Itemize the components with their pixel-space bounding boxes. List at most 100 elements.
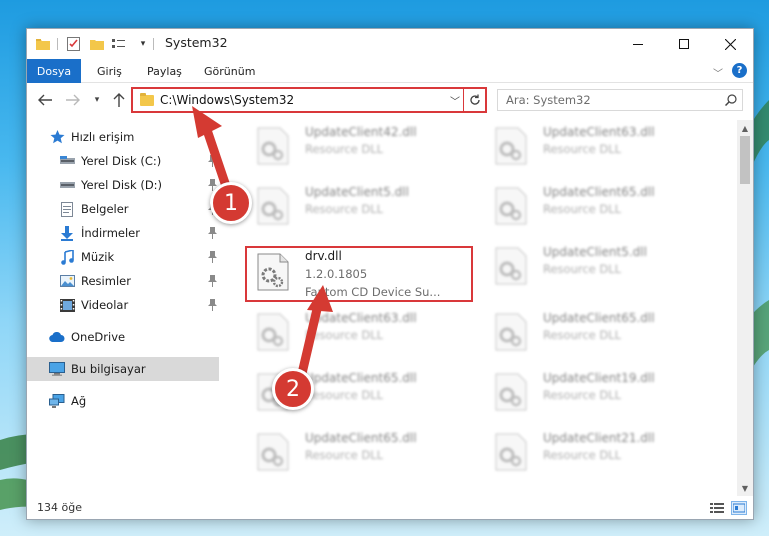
tiles-view-icon[interactable] [731,501,747,515]
properties-icon[interactable] [65,36,81,52]
file-name: UpdateClient5.dll [305,185,409,199]
window-title: System32 [165,35,228,50]
address-dropdown-icon[interactable]: ﹀ [447,93,463,108]
sidebar-item-local-disk-d[interactable]: Yerel Disk (D:) [27,173,219,197]
address-bar[interactable]: C:\Windows\System32 ﹀ [131,87,487,113]
drive-icon [59,153,75,169]
scroll-down-icon[interactable]: ▼ [737,480,753,496]
maximize-button[interactable] [661,29,707,59]
dll-file-icon [495,187,527,225]
title-separator [57,38,58,50]
up-button[interactable] [109,90,129,110]
file-item[interactable]: UpdateClient21.dll Resource DLL [487,427,713,479]
close-icon [724,38,736,50]
sidebar-item-local-disk-c[interactable]: Yerel Disk (C:) [27,149,219,173]
sidebar-item-music[interactable]: Müzik [27,245,219,269]
details-view-icon[interactable] [709,501,725,515]
file-name: UpdateClient65.dll [305,371,417,385]
file-description: Resource DLL [543,328,622,342]
back-button[interactable] [35,90,55,110]
pin-icon[interactable] [207,298,217,312]
pin-icon[interactable] [207,250,217,264]
forward-arrow-icon [66,94,80,106]
dll-file-icon [257,187,289,225]
help-button[interactable]: ? [732,63,747,78]
dll-file-icon [495,373,527,411]
file-item[interactable]: UpdateClient65.dll Resource DLL [249,427,475,479]
file-name: UpdateClient5.dll [543,245,647,259]
sidebar-item-network[interactable]: Ağ [27,389,219,413]
dll-file-icon [495,433,527,471]
dll-file-icon [495,313,527,351]
sidebar-item-label: OneDrive [71,330,126,344]
video-icon [59,297,75,313]
file-name: UpdateClient19.dll [543,371,655,385]
sidebar-item-label: Ağ [71,394,87,408]
file-item[interactable]: UpdateClient42.dll Resource DLL [249,121,475,173]
file-item[interactable]: UpdateClient19.dll Resource DLL [487,367,713,419]
tab-home[interactable]: Giriş [85,59,134,83]
file-item[interactable]: UpdateClient63.dll Resource DLL [487,121,713,173]
sidebar-item-label: Hızlı erişim [71,130,135,144]
scroll-up-icon[interactable]: ▲ [737,120,753,136]
title-bar: ▾ System32 [27,29,753,59]
up-arrow-icon [113,93,125,107]
recent-locations-dropdown-icon[interactable]: ▾ [87,90,107,110]
file-item[interactable]: UpdateClient65.dll Resource DLL [487,307,713,359]
network-icon [49,393,65,409]
navigation-bar: ▾ C:\Windows\System32 ﹀ [27,84,753,116]
forward-button[interactable] [63,90,83,110]
tab-share[interactable]: Paylaş [135,59,194,83]
ribbon-expand-icon[interactable]: ﹀ [713,65,723,80]
sidebar-item-downloads[interactable]: İndirmeler [27,221,219,245]
search-box[interactable] [497,89,743,111]
ribbon-tabs: Dosya Giriş Paylaş Görünüm ﹀ ? [27,59,753,83]
minimize-button[interactable] [615,29,661,59]
dll-file-icon [257,313,289,351]
search-input[interactable] [506,93,720,107]
explorer-window: ▾ System32 Dosya Giriş Paylaş Görünüm ﹀ … [26,28,754,520]
quick-access-dropdown-icon[interactable]: ▾ [137,36,149,52]
dll-file-icon [257,433,289,471]
pin-icon[interactable] [207,274,217,288]
new-folder-icon[interactable] [89,36,105,52]
tab-view[interactable]: Görünüm [192,59,267,83]
vertical-scrollbar[interactable]: ▲ ▼ [737,120,753,496]
file-description: Resource DLL [543,202,622,216]
sidebar-item-this-pc[interactable]: Bu bilgisayar [27,357,219,381]
pin-icon[interactable] [207,226,217,240]
file-item[interactable]: UpdateClient5.dll Resource DLL [487,241,713,293]
status-bar: 134 öğe [27,497,753,519]
sidebar-item-videos[interactable]: Videolar [27,293,219,317]
item-count: 134 öğe [37,501,82,514]
refresh-button[interactable] [463,89,485,111]
file-description: Resource DLL [305,448,384,462]
sidebar-item-onedrive[interactable]: OneDrive [27,325,219,349]
pin-icon[interactable] [207,154,217,168]
close-button[interactable] [707,29,753,59]
tab-file[interactable]: Dosya [27,59,81,83]
scroll-thumb[interactable] [740,136,750,184]
sidebar-item-documents[interactable]: Belgeler [27,197,219,221]
customize-icon[interactable] [111,36,129,52]
sidebar-item-label: Resimler [81,274,131,288]
computer-icon [49,361,65,377]
sidebar-item-pictures[interactable]: Resimler [27,269,219,293]
file-item[interactable]: UpdateClient5.dll Resource DLL [249,181,475,233]
file-item[interactable]: UpdateClient63.dll Resource DLL [249,307,475,359]
file-item[interactable]: UpdateClient65.dll Resource DLL [487,181,713,233]
maximize-icon [679,39,689,49]
search-icon[interactable] [720,94,742,106]
address-path[interactable]: C:\Windows\System32 [160,93,447,107]
folder-icon[interactable] [35,36,51,52]
file-description: Resource DLL [543,388,622,402]
file-description: Resource DLL [543,142,622,156]
file-name: UpdateClient42.dll [305,125,417,139]
minimize-icon [633,44,643,45]
sidebar-item-label: Yerel Disk (D:) [81,178,163,192]
refresh-icon [469,94,480,105]
title-separator [153,38,154,50]
navigation-pane: Hızlı erişim Yerel Disk (C:) Yerel Disk … [27,121,219,493]
download-icon [59,225,75,241]
sidebar-item-quick-access[interactable]: Hızlı erişim [27,125,219,149]
